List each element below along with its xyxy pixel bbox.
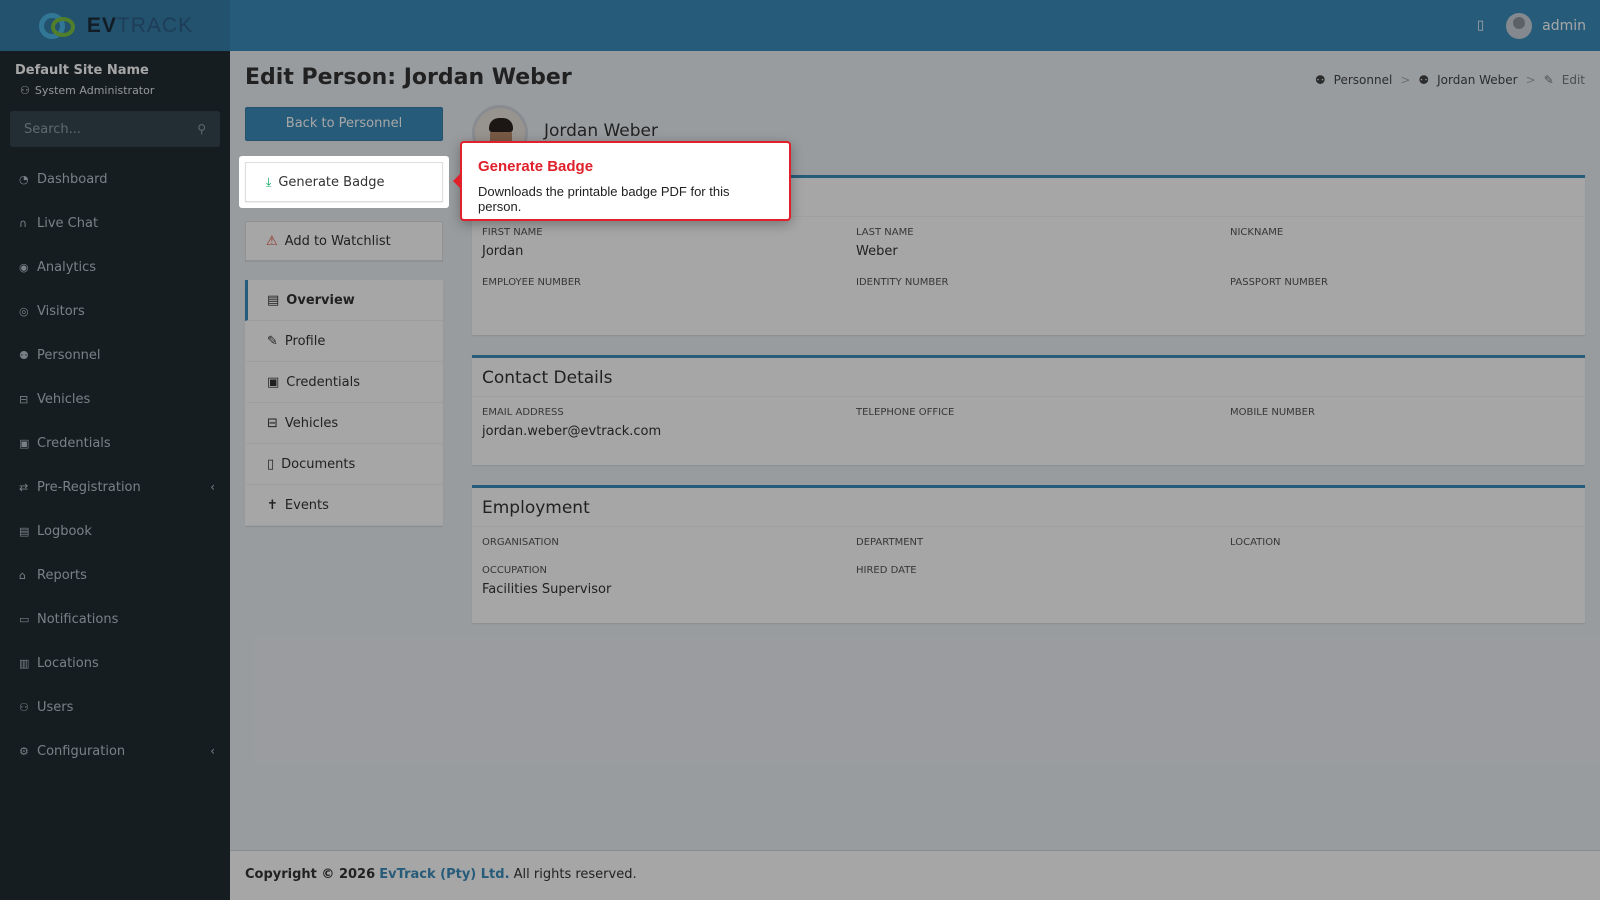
tour-highlight: ⤓ Generate Badge (239, 156, 449, 208)
download-icon: ⤓ (266, 174, 272, 189)
tooltip-title: Generate Badge (478, 158, 594, 175)
tour-tooltip: Generate Badge Downloads the printable b… (453, 141, 791, 221)
generate-badge-button[interactable]: ⤓ Generate Badge (245, 162, 443, 202)
tour-overlay (0, 0, 1600, 900)
tooltip-text: Downloads the printable badge PDF for th… (478, 184, 730, 214)
